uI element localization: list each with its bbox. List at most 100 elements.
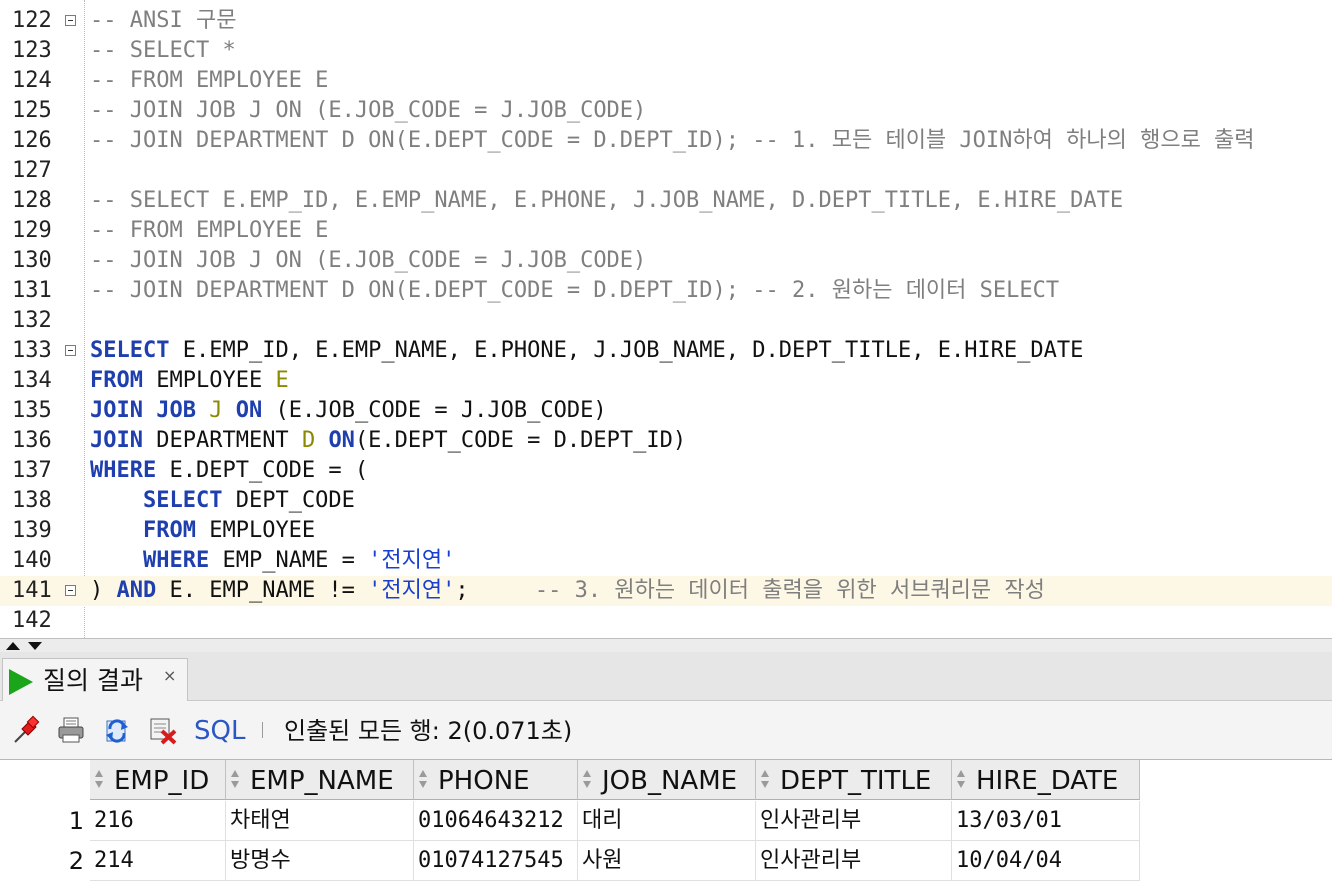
collapse-down-icon[interactable] xyxy=(28,642,42,650)
code-line[interactable]: 122 -- ANSI 구문 xyxy=(0,6,1332,36)
line-number: 135 xyxy=(12,398,52,423)
table-alias: E xyxy=(275,368,289,393)
code-line[interactable]: 137 WHERE E.DEPT_CODE = ( xyxy=(0,456,1332,486)
collapse-up-icon[interactable] xyxy=(6,642,20,650)
pin-icon[interactable] xyxy=(12,715,42,745)
code-comment: -- JOIN DEPARTMENT D ON(E.DEPT_CODE = D.… xyxy=(90,128,1255,153)
delete-icon[interactable] xyxy=(148,715,178,745)
code-token: EMPLOYEE xyxy=(142,368,276,393)
line-number: 124 xyxy=(12,68,52,93)
code-line[interactable]: 130 -- JOIN JOB J ON (E.JOB_CODE = J.JOB_… xyxy=(0,246,1332,276)
code-comment: -- 3. 원하는 데이터 출력을 위한 서브쿼리문 작성 xyxy=(534,578,1045,603)
code-line[interactable]: 139 FROM EMPLOYEE xyxy=(0,516,1332,546)
code-line[interactable]: 129 -- FROM EMPLOYEE E xyxy=(0,216,1332,246)
cell-job-name[interactable]: 사원 xyxy=(578,841,756,881)
line-number: 122 xyxy=(12,8,52,33)
cell-emp-id[interactable]: 216 xyxy=(90,801,226,841)
code-line[interactable]: 128 -- SELECT E.EMP_ID, E.EMP_NAME, E.PHO… xyxy=(0,186,1332,216)
code-line[interactable]: 131 -- JOIN DEPARTMENT D ON(E.DEPT_CODE =… xyxy=(0,276,1332,306)
code-text: -- FROM EMPLOYEE E xyxy=(90,66,328,96)
sort-icon[interactable] xyxy=(583,768,591,792)
fold-collapse-icon[interactable] xyxy=(65,585,76,596)
results-tab-bar: 질의 결과 × xyxy=(0,652,1332,701)
sql-keyword: FROM xyxy=(142,518,196,543)
refresh-icon[interactable] xyxy=(102,715,132,745)
code-line[interactable]: 140 WHERE EMP_NAME = '전지연' xyxy=(0,546,1332,576)
column-header-label: HIRE_DATE xyxy=(976,766,1119,796)
code-line[interactable]: 127 xyxy=(0,156,1332,186)
line-number: 141 xyxy=(12,578,52,603)
code-line[interactable]: 124 -- FROM EMPLOYEE E xyxy=(0,66,1332,96)
row-number: 1 xyxy=(68,807,84,835)
column-header-job-name[interactable]: JOB_NAME xyxy=(578,760,756,800)
cell-hire-date[interactable]: 13/03/01 xyxy=(952,801,1140,841)
column-header-hire-date[interactable]: HIRE_DATE xyxy=(952,760,1140,800)
cell-phone[interactable]: 01074127545 xyxy=(414,841,578,881)
line-number: 136 xyxy=(12,428,52,453)
code-line[interactable]: 138 SELECT DEPT_CODE xyxy=(0,486,1332,516)
column-header-dept-title[interactable]: DEPT_TITLE xyxy=(756,760,952,800)
sort-icon[interactable] xyxy=(419,768,427,792)
cell-emp-name[interactable]: 방명수 xyxy=(226,841,414,881)
code-line[interactable]: 134 FROM EMPLOYEE E xyxy=(0,366,1332,396)
code-line[interactable]: 133 SELECT E.EMP_ID, E.EMP_NAME, E.PHONE,… xyxy=(0,336,1332,366)
tab-query-result[interactable]: 질의 결과 × xyxy=(2,658,188,701)
code-text: -- ANSI 구문 xyxy=(90,6,236,36)
cell-hire-date[interactable]: 10/04/04 xyxy=(952,841,1140,881)
code-line-current[interactable]: 141 ) AND E. EMP_NAME != '전지연'; -- 3. 원하는… xyxy=(0,576,1332,606)
code-comment: -- JOIN DEPARTMENT D ON(E.DEPT_CODE = D.… xyxy=(90,278,1060,303)
run-result-icon xyxy=(9,669,33,695)
fold-collapse-icon[interactable] xyxy=(65,345,76,356)
column-header-emp-name[interactable]: EMP_NAME xyxy=(226,760,414,800)
code-token: (E.DEPT_CODE = D.DEPT_ID) xyxy=(354,428,687,453)
code-line[interactable]: 136 JOIN DEPARTMENT D ON(E.DEPT_CODE = D.… xyxy=(0,426,1332,456)
results-grid[interactable]: EMP_ID EMP_NAME PHONE JOB_NAME DEPT_TITLE HIR… xyxy=(0,759,1332,889)
code-line[interactable]: 126 -- JOIN DEPARTMENT D ON(E.DEPT_CODE =… xyxy=(0,126,1332,156)
cell-job-name[interactable]: 대리 xyxy=(578,801,756,841)
table-alias: J xyxy=(209,398,223,423)
code-token: (E.JOB_CODE = J.JOB_CODE) xyxy=(262,398,607,423)
column-header-phone[interactable]: PHONE xyxy=(414,760,578,800)
code-line[interactable]: 125 -- JOIN JOB J ON (E.JOB_CODE = J.JOB_… xyxy=(0,96,1332,126)
sort-icon[interactable] xyxy=(95,768,103,792)
sql-editor[interactable]: 122 -- ANSI 구문 123 -- SELECT * 124 -- FROM EM… xyxy=(0,0,1332,638)
code-comment: -- JOIN JOB J ON (E.JOB_CODE = J.JOB_COD… xyxy=(90,98,647,123)
cell-emp-name[interactable]: 차태연 xyxy=(226,801,414,841)
code-line[interactable]: 135 JOIN JOB J ON (E.JOB_CODE = J.JOB_COD… xyxy=(0,396,1332,426)
table-row[interactable]: 1 216 차태연 01064643212 대리 인사관리부 13/03/01 xyxy=(0,801,1142,841)
close-tab-icon[interactable]: × xyxy=(163,665,176,687)
table-row[interactable]: 2 214 방명수 01074127545 사원 인사관리부 10/04/04 xyxy=(0,841,1142,881)
code-comment: -- JOIN JOB J ON (E.JOB_CODE = J.JOB_COD… xyxy=(90,248,647,273)
sql-keyword: SELECT xyxy=(142,488,223,513)
code-line[interactable]: 132 xyxy=(0,306,1332,336)
code-line[interactable]: 142 xyxy=(0,606,1332,636)
line-number: 130 xyxy=(12,248,52,273)
code-token: EMPLOYEE xyxy=(195,518,316,543)
cell-dept-title[interactable]: 인사관리부 xyxy=(756,841,952,881)
sort-icon[interactable] xyxy=(231,768,239,792)
print-icon[interactable] xyxy=(56,715,86,745)
sort-icon[interactable] xyxy=(957,768,965,792)
code-text: ) AND E. EMP_NAME != '전지연'; -- 3. 원하는 데이… xyxy=(90,576,1045,606)
code-comment: -- ANSI 구문 xyxy=(90,8,237,33)
line-number: 126 xyxy=(12,128,52,153)
sql-button[interactable]: SQL xyxy=(194,711,245,751)
cell-emp-id[interactable]: 214 xyxy=(90,841,226,881)
table-alias: D xyxy=(301,428,316,453)
cell-phone[interactable]: 01064643212 xyxy=(414,801,578,841)
code-text: JOIN JOB J ON (E.JOB_CODE = J.JOB_CODE) xyxy=(90,396,607,426)
line-number: 137 xyxy=(12,458,52,483)
code-line[interactable]: 123 -- SELECT * xyxy=(0,36,1332,66)
code-comment: -- SELECT E.EMP_ID, E.EMP_NAME, E.PHONE,… xyxy=(90,188,1124,213)
sql-keyword: SELECT xyxy=(90,338,170,363)
fold-collapse-icon[interactable] xyxy=(65,15,76,26)
column-header-label: PHONE xyxy=(438,766,530,796)
sort-icon[interactable] xyxy=(761,768,769,792)
cell-dept-title[interactable]: 인사관리부 xyxy=(756,801,952,841)
column-header-emp-id[interactable]: EMP_ID xyxy=(90,760,226,800)
sql-keyword: WHERE xyxy=(142,548,210,573)
